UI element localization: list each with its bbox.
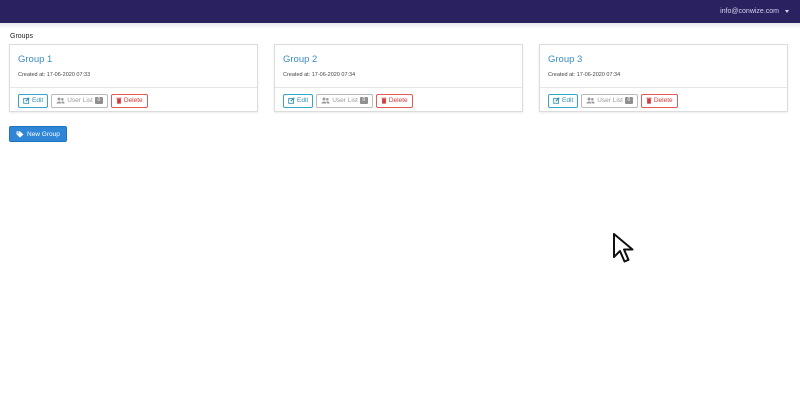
delete-label: Delete bbox=[653, 97, 673, 104]
delete-button[interactable]: Delete bbox=[110, 93, 148, 108]
group-card-body: Group 2 Created at: 17-06-2020 07:34 bbox=[275, 45, 522, 88]
edit-icon bbox=[553, 97, 560, 104]
edit-label: Edit bbox=[32, 97, 44, 104]
page-title: Groups bbox=[10, 33, 33, 40]
group-created-at: Created at: 17-06-2020 07:33 bbox=[18, 72, 91, 78]
trash-icon bbox=[646, 97, 652, 104]
group-card-footer: Edit User List 0 Delete bbox=[10, 88, 257, 113]
group-card-footer: Edit User List 0 Delete bbox=[540, 88, 787, 113]
user-list-button[interactable]: User List 0 bbox=[51, 93, 108, 108]
mouse-pointer-icon bbox=[613, 233, 639, 270]
user-count-badge: 0 bbox=[94, 97, 103, 104]
delete-button[interactable]: Delete bbox=[640, 93, 678, 108]
edit-button[interactable]: Edit bbox=[18, 93, 49, 108]
users-icon bbox=[586, 97, 595, 104]
group-card-3: Group 3 Created at: 17-06-2020 07:34 Edi… bbox=[539, 44, 788, 112]
users-icon bbox=[56, 97, 65, 104]
user-list-button[interactable]: User List 0 bbox=[581, 93, 638, 108]
user-list-label: User List bbox=[597, 97, 623, 104]
edit-button[interactable]: Edit bbox=[283, 93, 314, 108]
delete-label: Delete bbox=[123, 97, 143, 104]
user-count-badge: 0 bbox=[624, 97, 633, 104]
user-count-badge: 0 bbox=[359, 97, 368, 104]
new-group-button[interactable]: New Group bbox=[9, 126, 67, 142]
edit-icon bbox=[288, 97, 295, 104]
user-menu[interactable]: info@conwize.com bbox=[720, 0, 789, 23]
group-card-footer: Edit User List 0 Delete bbox=[275, 88, 522, 113]
navbar-shadow bbox=[0, 23, 800, 29]
group-created-at: Created at: 17-06-2020 07:34 bbox=[283, 72, 356, 78]
user-list-button[interactable]: User List 0 bbox=[316, 93, 373, 108]
tag-icon bbox=[16, 130, 24, 138]
delete-button[interactable]: Delete bbox=[375, 93, 413, 108]
new-group-label: New Group bbox=[27, 130, 60, 138]
group-created-at: Created at: 17-06-2020 07:34 bbox=[548, 72, 621, 78]
top-navbar: info@conwize.com bbox=[0, 0, 800, 23]
edit-label: Edit bbox=[562, 97, 574, 104]
group-title[interactable]: Group 3 bbox=[548, 54, 582, 65]
edit-icon bbox=[23, 97, 30, 104]
group-card-body: Group 3 Created at: 17-06-2020 07:34 bbox=[540, 45, 787, 88]
edit-button[interactable]: Edit bbox=[548, 93, 579, 108]
user-list-label: User List bbox=[332, 97, 358, 104]
group-card-2: Group 2 Created at: 17-06-2020 07:34 Edi… bbox=[274, 44, 523, 112]
users-icon bbox=[321, 97, 330, 104]
caret-down-icon bbox=[785, 10, 789, 13]
trash-icon bbox=[381, 97, 387, 104]
delete-label: Delete bbox=[388, 97, 408, 104]
group-title[interactable]: Group 1 bbox=[18, 54, 52, 65]
edit-label: Edit bbox=[297, 97, 309, 104]
user-email: info@conwize.com bbox=[720, 8, 779, 15]
trash-icon bbox=[116, 97, 122, 104]
group-card-body: Group 1 Created at: 17-06-2020 07:33 bbox=[10, 45, 257, 88]
group-card-1: Group 1 Created at: 17-06-2020 07:33 Edi… bbox=[9, 44, 258, 112]
user-list-label: User List bbox=[67, 97, 93, 104]
group-title[interactable]: Group 2 bbox=[283, 54, 317, 65]
